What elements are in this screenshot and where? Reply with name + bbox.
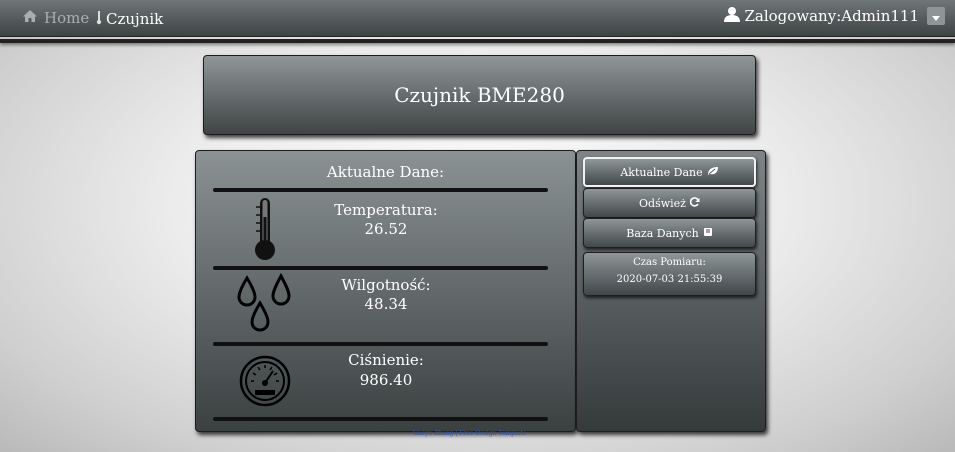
thermometer-small-icon	[96, 9, 102, 29]
pressure-label: Ciśnienie:	[348, 351, 424, 369]
temperature-value: 26.52	[364, 220, 408, 238]
home-label: Home	[44, 9, 90, 27]
title-card: Czujnik BME280	[203, 55, 756, 135]
measurement-time-value: 2020-07-03 21:55:39	[616, 274, 723, 285]
divider	[213, 342, 548, 346]
thermometer-icon	[253, 197, 277, 265]
pressure-value: 986.40	[359, 371, 413, 389]
footer-credit[interactable]: Gaoyu Zhang | Free Design Template	[413, 430, 553, 440]
refresh-button-label: Odśwież	[639, 196, 686, 210]
current-data-button-label: Aktualne Dane	[620, 165, 703, 179]
current-data-panel: Aktualne Dane: Temperatura: 26.52 Wilgot…	[195, 150, 576, 432]
measurement-time-box: Czas Pomiaru: 2020-07-03 21:55:39	[583, 252, 756, 296]
database-button-label: Baza Danych	[626, 226, 699, 240]
current-page-label: Czujnik	[106, 10, 164, 28]
panel-heading: Aktualne Dane:	[326, 163, 445, 181]
user-icon	[724, 6, 741, 26]
user-label: Zalogowany:Admin111	[744, 7, 919, 25]
home-link[interactable]: Home	[22, 9, 89, 27]
current-data-button[interactable]: Aktualne Dane	[583, 157, 756, 187]
caret-down-icon	[932, 7, 940, 25]
breadcrumb-current: Czujnik	[96, 9, 163, 29]
temperature-label: Temperatura:	[334, 201, 438, 219]
book-icon	[703, 227, 713, 240]
navbar-divider	[0, 39, 955, 43]
refresh-button[interactable]: Odśwież	[583, 188, 756, 218]
divider	[213, 266, 548, 270]
home-icon	[22, 9, 38, 27]
humidity-label: Wilgotność:	[341, 276, 431, 294]
side-menu-panel: Aktualne Dane Odśwież Baza Danych Czas P…	[576, 150, 766, 432]
water-drops-icon	[236, 272, 296, 342]
top-navbar: Home Czujnik Zalogowany:Admin111	[0, 0, 955, 37]
user-dropdown-button[interactable]	[927, 7, 945, 25]
database-button[interactable]: Baza Danych	[583, 218, 756, 248]
measurement-time-label: Czas Pomiaru:	[633, 257, 706, 268]
divider	[213, 188, 548, 192]
pressure-gauge-icon	[239, 355, 291, 411]
user-menu[interactable]: Zalogowany:Admin111	[724, 6, 945, 26]
divider	[213, 417, 548, 421]
page-title: Czujnik BME280	[394, 83, 565, 107]
refresh-icon	[689, 196, 700, 210]
leaf-icon	[707, 166, 719, 179]
humidity-value: 48.34	[364, 295, 408, 313]
